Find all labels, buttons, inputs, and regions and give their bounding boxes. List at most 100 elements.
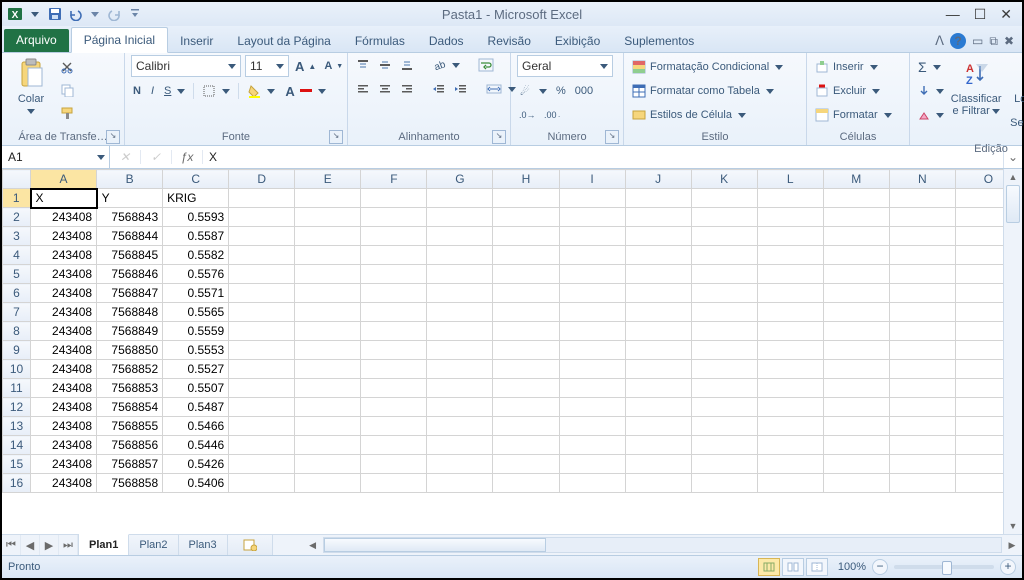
- increase-decimal-button[interactable]: .0→.00: [517, 105, 537, 125]
- dialog-launcher-icon[interactable]: ↘: [106, 130, 120, 144]
- scroll-up-icon[interactable]: ▲: [1004, 169, 1022, 185]
- cell[interactable]: 0.5553: [163, 341, 229, 360]
- increase-indent-button[interactable]: [452, 79, 470, 99]
- cell[interactable]: [823, 436, 889, 455]
- cell[interactable]: [427, 474, 493, 493]
- cell[interactable]: 7568855: [97, 417, 163, 436]
- cell-styles-button[interactable]: Estilos de Célula: [630, 105, 785, 125]
- cell[interactable]: [229, 284, 295, 303]
- cell[interactable]: [229, 436, 295, 455]
- cell[interactable]: 0.5426: [163, 455, 229, 474]
- cell[interactable]: [295, 379, 361, 398]
- cell[interactable]: [955, 189, 1003, 208]
- row-header[interactable]: 13: [3, 417, 31, 436]
- cell[interactable]: [691, 455, 757, 474]
- cell[interactable]: [427, 417, 493, 436]
- cell[interactable]: [493, 189, 559, 208]
- row-header[interactable]: 3: [3, 227, 31, 246]
- font-size-combo[interactable]: 11: [245, 55, 289, 77]
- cell[interactable]: 7568853: [97, 379, 163, 398]
- cell[interactable]: [625, 189, 691, 208]
- cell[interactable]: [559, 398, 625, 417]
- cell[interactable]: [955, 303, 1003, 322]
- cell[interactable]: [955, 341, 1003, 360]
- cell[interactable]: [889, 341, 955, 360]
- cell[interactable]: [823, 398, 889, 417]
- cell[interactable]: [889, 284, 955, 303]
- cell[interactable]: 243408: [31, 436, 97, 455]
- column-header[interactable]: K: [691, 170, 757, 189]
- cell[interactable]: [493, 265, 559, 284]
- cell[interactable]: [955, 417, 1003, 436]
- cell[interactable]: [295, 455, 361, 474]
- cell[interactable]: [361, 398, 427, 417]
- cell[interactable]: [757, 379, 823, 398]
- cell[interactable]: [427, 284, 493, 303]
- column-header[interactable]: C: [163, 170, 229, 189]
- cell[interactable]: [625, 322, 691, 341]
- cell[interactable]: X: [31, 189, 97, 208]
- cell[interactable]: [361, 284, 427, 303]
- cell[interactable]: [427, 341, 493, 360]
- cell[interactable]: [559, 284, 625, 303]
- cell[interactable]: [625, 265, 691, 284]
- cell[interactable]: 7568858: [97, 474, 163, 493]
- row-header[interactable]: 5: [3, 265, 31, 284]
- column-header[interactable]: B: [97, 170, 163, 189]
- cell[interactable]: [889, 227, 955, 246]
- cell[interactable]: [361, 341, 427, 360]
- cell[interactable]: [691, 379, 757, 398]
- row-header[interactable]: 16: [3, 474, 31, 493]
- sheet-tab-plan3[interactable]: Plan3: [179, 535, 228, 555]
- row-header[interactable]: 11: [3, 379, 31, 398]
- cell[interactable]: [823, 341, 889, 360]
- cell[interactable]: [361, 322, 427, 341]
- cell[interactable]: [823, 303, 889, 322]
- cell[interactable]: [823, 379, 889, 398]
- cell[interactable]: [559, 265, 625, 284]
- undo-icon[interactable]: [66, 5, 84, 23]
- decrease-decimal-button[interactable]: .00→.0: [542, 105, 562, 125]
- cell[interactable]: [955, 284, 1003, 303]
- cell[interactable]: [757, 398, 823, 417]
- tab-addins[interactable]: Suplementos: [612, 29, 706, 53]
- cell[interactable]: [757, 436, 823, 455]
- normal-view-icon[interactable]: [758, 558, 780, 576]
- cell[interactable]: [691, 474, 757, 493]
- horizontal-scrollbar[interactable]: ◀ ▶: [303, 535, 1022, 555]
- column-header[interactable]: H: [493, 170, 559, 189]
- cell[interactable]: [889, 208, 955, 227]
- cell[interactable]: [559, 208, 625, 227]
- find-select-button[interactable]: Localizar e Selecionar: [1006, 55, 1024, 143]
- column-header[interactable]: J: [625, 170, 691, 189]
- hscroll-thumb[interactable]: [324, 538, 546, 552]
- cell[interactable]: [823, 322, 889, 341]
- row-header[interactable]: 4: [3, 246, 31, 265]
- cell[interactable]: 243408: [31, 303, 97, 322]
- fx-icon[interactable]: ƒx: [172, 150, 203, 164]
- cell[interactable]: [427, 398, 493, 417]
- cell[interactable]: [229, 189, 295, 208]
- cell[interactable]: [625, 227, 691, 246]
- cell[interactable]: [691, 265, 757, 284]
- number-format-combo[interactable]: Geral: [517, 55, 613, 77]
- cell[interactable]: 7568848: [97, 303, 163, 322]
- cell[interactable]: [625, 246, 691, 265]
- accounting-format-button[interactable]: ☄: [517, 81, 549, 101]
- cell[interactable]: [889, 189, 955, 208]
- sheet-tab-plan2[interactable]: Plan2: [129, 535, 178, 555]
- cell[interactable]: 0.5527: [163, 360, 229, 379]
- cell[interactable]: [295, 246, 361, 265]
- cell[interactable]: [691, 189, 757, 208]
- cell[interactable]: [427, 303, 493, 322]
- cell[interactable]: 243408: [31, 208, 97, 227]
- cell[interactable]: 243408: [31, 284, 97, 303]
- cell[interactable]: [295, 208, 361, 227]
- scroll-left-icon[interactable]: ◀: [305, 540, 321, 551]
- cell[interactable]: [427, 208, 493, 227]
- dialog-launcher-icon[interactable]: ↘: [329, 130, 343, 144]
- cell[interactable]: [361, 455, 427, 474]
- underline-button[interactable]: S: [162, 81, 187, 101]
- cell[interactable]: [757, 208, 823, 227]
- column-header[interactable]: I: [559, 170, 625, 189]
